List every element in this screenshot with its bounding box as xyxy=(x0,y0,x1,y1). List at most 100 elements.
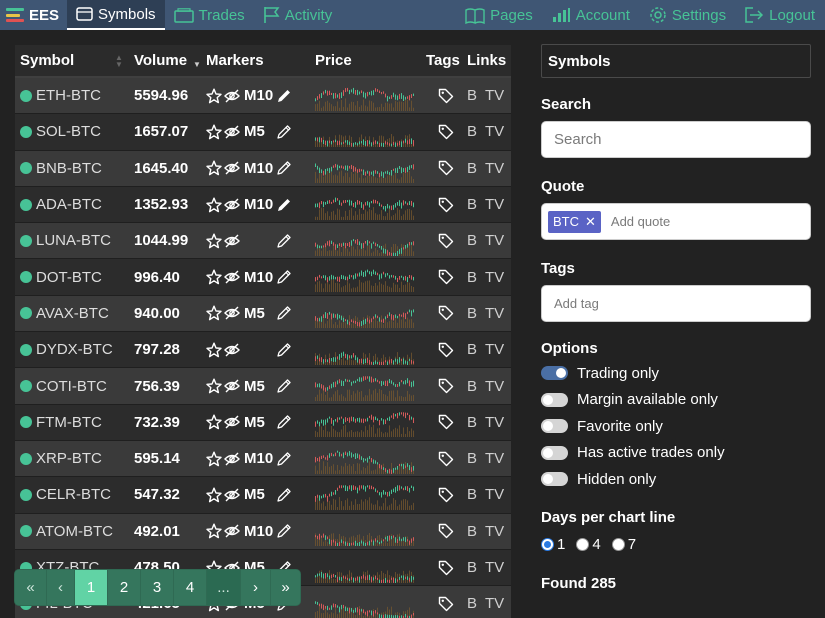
link-binance[interactable]: B xyxy=(467,559,477,576)
favorite-star-wrap[interactable] xyxy=(206,233,222,249)
pencil-icon[interactable] xyxy=(276,160,292,176)
tag-icon[interactable] xyxy=(438,197,454,213)
table-row[interactable]: ADA-BTC 1352.93 M10 B TV xyxy=(15,186,511,224)
hide-eye-wrap[interactable] xyxy=(224,124,240,140)
link-tradingview[interactable]: TV xyxy=(485,160,504,177)
link-binance[interactable]: B xyxy=(467,160,477,177)
pencil-icon[interactable] xyxy=(276,378,292,394)
page-1-button[interactable]: 1 xyxy=(75,570,108,605)
star-icon[interactable] xyxy=(206,378,222,394)
table-row[interactable]: COTI-BTC 756.39 M5 B TV xyxy=(15,368,511,405)
hide-eye-wrap[interactable] xyxy=(224,523,240,539)
symbol-cell[interactable]: ATOM-BTC xyxy=(15,523,133,540)
symbol-name[interactable]: LUNA-BTC xyxy=(36,232,111,249)
link-tradingview[interactable]: TV xyxy=(485,123,504,140)
hide-eye-wrap[interactable] xyxy=(224,342,240,358)
option-5[interactable]: Hidden only xyxy=(541,466,811,493)
star-icon[interactable] xyxy=(206,269,222,285)
header-symbol[interactable]: Symbol ▲ ▼ xyxy=(15,45,133,77)
link-tradingview[interactable]: TV xyxy=(485,523,504,540)
pencil-icon[interactable] xyxy=(276,305,292,321)
nav-symbols[interactable]: Symbols xyxy=(67,0,165,30)
link-tradingview[interactable]: TV xyxy=(485,414,504,431)
hide-eye-wrap[interactable] xyxy=(224,305,240,321)
hide-eye-wrap[interactable] xyxy=(224,197,240,213)
edit-wrap[interactable] xyxy=(276,88,292,104)
link-tradingview[interactable]: TV xyxy=(485,232,504,249)
edit-wrap[interactable] xyxy=(276,378,292,394)
link-binance[interactable]: B xyxy=(467,232,477,249)
tags-input[interactable]: Add tag xyxy=(541,285,811,322)
days-option-7[interactable]: 7 xyxy=(611,536,636,553)
pencil-icon[interactable] xyxy=(276,88,292,104)
eye-slash-icon[interactable] xyxy=(224,88,240,104)
symbol-name[interactable]: CELR-BTC xyxy=(36,486,111,503)
link-binance[interactable]: B xyxy=(467,595,477,612)
symbol-cell[interactable]: FTM-BTC xyxy=(15,414,133,431)
symbol-cell[interactable]: AVAX-BTC xyxy=(15,305,133,322)
toggle-switch[interactable] xyxy=(541,472,568,487)
page-first-button[interactable]: « xyxy=(15,570,47,605)
table-row[interactable]: AVAX-BTC 940.00 M5 B TV xyxy=(15,295,511,333)
symbol-name[interactable]: SOL-BTC xyxy=(36,123,101,140)
edit-wrap[interactable] xyxy=(276,305,292,321)
tag-icon[interactable] xyxy=(438,124,454,140)
link-binance[interactable]: B xyxy=(467,486,477,503)
link-tradingview[interactable]: TV xyxy=(485,486,504,503)
edit-wrap[interactable] xyxy=(276,124,292,140)
symbol-name[interactable]: AVAX-BTC xyxy=(36,305,109,322)
tag-icon[interactable] xyxy=(438,269,454,285)
option-3[interactable]: Favorite only xyxy=(541,413,811,440)
tag-icon[interactable] xyxy=(438,451,454,467)
edit-wrap[interactable] xyxy=(276,487,292,503)
table-row[interactable]: SOL-BTC 1657.07 M5 B TV xyxy=(15,114,511,151)
eye-slash-icon[interactable] xyxy=(224,342,240,358)
table-row[interactable]: LUNA-BTC 1044.99 B TV xyxy=(15,223,511,260)
pencil-icon[interactable] xyxy=(276,197,292,213)
star-icon[interactable] xyxy=(206,233,222,249)
eye-slash-icon[interactable] xyxy=(224,451,240,467)
hide-eye-wrap[interactable] xyxy=(224,233,240,249)
nav-logout[interactable]: Logout xyxy=(736,0,825,30)
tag-icon[interactable] xyxy=(438,487,454,503)
page-2-button[interactable]: 2 xyxy=(108,570,141,605)
option-4[interactable]: Has active trades only xyxy=(541,440,811,467)
symbol-cell[interactable]: DYDX-BTC xyxy=(15,341,133,358)
favorite-star-wrap[interactable] xyxy=(206,197,222,213)
symbol-name[interactable]: XRP-BTC xyxy=(36,450,102,467)
link-binance[interactable]: B xyxy=(467,414,477,431)
edit-wrap[interactable] xyxy=(276,160,292,176)
symbol-name[interactable]: DYDX-BTC xyxy=(36,341,113,358)
star-icon[interactable] xyxy=(206,487,222,503)
edit-wrap[interactable] xyxy=(276,269,292,285)
brand[interactable]: EES xyxy=(0,0,67,30)
quote-input[interactable]: BTC ✕ Add quote xyxy=(541,203,811,240)
symbol-cell[interactable]: BNB-BTC xyxy=(15,160,133,177)
pencil-icon[interactable] xyxy=(276,342,292,358)
link-binance[interactable]: B xyxy=(467,123,477,140)
radio-button[interactable] xyxy=(576,538,590,551)
close-icon[interactable]: ✕ xyxy=(585,214,596,230)
favorite-star-wrap[interactable] xyxy=(206,124,222,140)
link-tradingview[interactable]: TV xyxy=(485,87,504,104)
nav-account[interactable]: Account xyxy=(543,0,640,30)
link-binance[interactable]: B xyxy=(467,378,477,395)
tag-icon[interactable] xyxy=(438,160,454,176)
link-tradingview[interactable]: TV xyxy=(485,559,504,576)
hide-eye-wrap[interactable] xyxy=(224,378,240,394)
symbol-cell[interactable]: LUNA-BTC xyxy=(15,232,133,249)
eye-slash-icon[interactable] xyxy=(224,487,240,503)
star-icon[interactable] xyxy=(206,124,222,140)
edit-wrap[interactable] xyxy=(276,342,292,358)
hide-eye-wrap[interactable] xyxy=(224,269,240,285)
radio-button[interactable] xyxy=(611,538,625,551)
toggle-switch[interactable] xyxy=(541,392,568,407)
favorite-star-wrap[interactable] xyxy=(206,451,222,467)
favorite-star-wrap[interactable] xyxy=(206,378,222,394)
edit-wrap[interactable] xyxy=(276,197,292,213)
star-icon[interactable] xyxy=(206,160,222,176)
eye-slash-icon[interactable] xyxy=(224,523,240,539)
star-icon[interactable] xyxy=(206,342,222,358)
pencil-icon[interactable] xyxy=(276,487,292,503)
edit-wrap[interactable] xyxy=(276,523,292,539)
